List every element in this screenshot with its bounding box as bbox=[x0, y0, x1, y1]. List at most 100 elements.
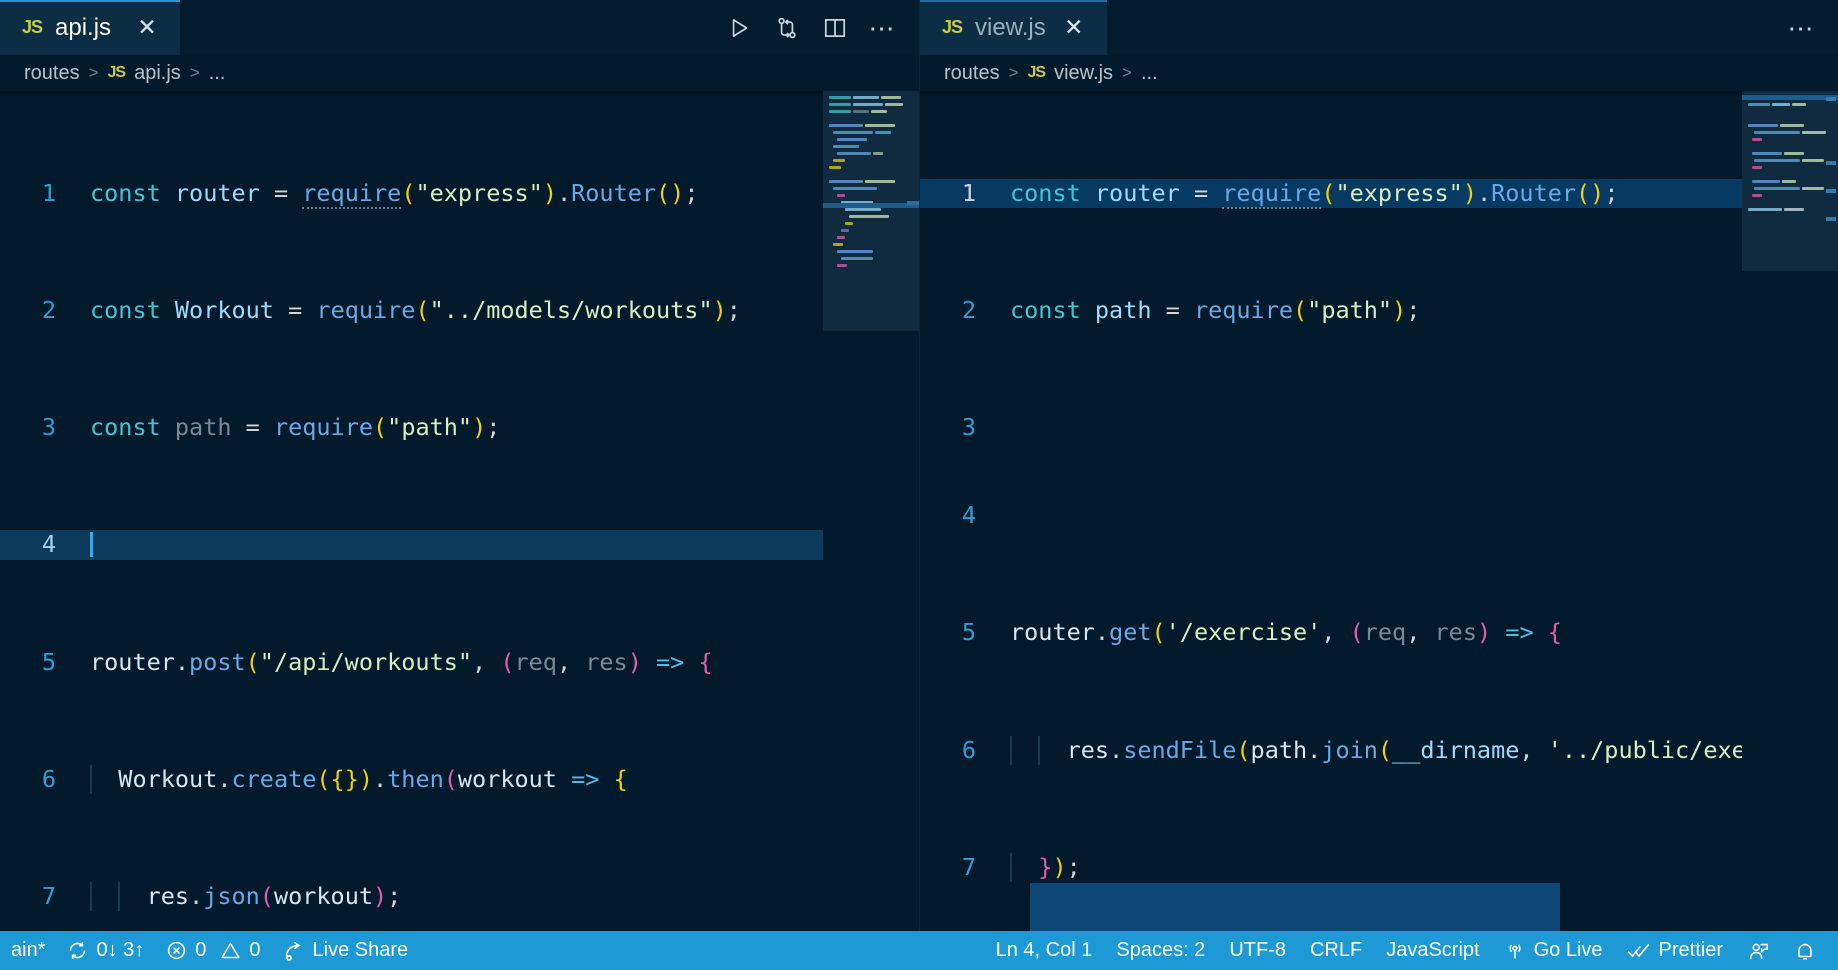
status-branch[interactable]: ain* bbox=[0, 931, 56, 970]
status-bar-left: ain* 0↓ 3↑ 0 0 Live Share bbox=[0, 931, 419, 970]
sync-counts: 0↓ 3↑ bbox=[96, 939, 145, 961]
tab-bar-filler-left bbox=[180, 0, 703, 55]
overview-ruler[interactable] bbox=[1824, 91, 1838, 931]
split-editor-icon[interactable] bbox=[815, 8, 855, 48]
breadcrumb-file[interactable]: view.js bbox=[1054, 62, 1113, 85]
tab-label: api.js bbox=[55, 13, 112, 41]
close-icon[interactable]: ✕ bbox=[1059, 13, 1089, 43]
breadcrumb-symbol[interactable]: ... bbox=[209, 62, 226, 85]
code-line: 1 const router = require("express").Route… bbox=[0, 178, 823, 209]
minimap-content bbox=[829, 95, 913, 270]
live-share-icon bbox=[283, 940, 305, 962]
code-content-right: 1 const router = require("express").Route… bbox=[920, 91, 1742, 931]
tab-bar-left: JS api.js ✕ ⋯ bbox=[0, 0, 919, 55]
go-live-label: Go Live bbox=[1533, 939, 1603, 961]
tab-view-js[interactable]: JS view.js ✕ bbox=[920, 0, 1107, 55]
status-live-share[interactable]: Live Share bbox=[272, 931, 420, 970]
code-line: 5 router.get('/exercise', (req, res) => { bbox=[920, 618, 1742, 647]
status-encoding[interactable]: UTF-8 bbox=[1217, 931, 1298, 970]
warning-icon bbox=[220, 940, 241, 961]
eol-label: CRLF bbox=[1309, 939, 1363, 961]
error-icon bbox=[166, 940, 187, 961]
editor-right: 1 const router = require("express").Route… bbox=[920, 91, 1838, 931]
line-number: 1 bbox=[41, 178, 56, 207]
chevron-right-icon: > bbox=[1008, 63, 1019, 82]
line-number: 4 bbox=[41, 530, 56, 559]
encoding-label: UTF-8 bbox=[1229, 939, 1286, 961]
code-line-current: 4 bbox=[0, 530, 823, 560]
language-label: JavaScript bbox=[1386, 939, 1480, 961]
minimap-selection-mark bbox=[823, 203, 919, 208]
vscode-window: JS api.js ✕ ⋯ routes > JS api.js > ... 1… bbox=[0, 0, 1838, 970]
status-problems[interactable]: 0 0 bbox=[155, 931, 271, 970]
prettier-label: Prettier bbox=[1658, 939, 1723, 961]
minimap-decoration bbox=[907, 201, 919, 205]
line-number: 1 bbox=[961, 178, 976, 207]
breadcrumb-file[interactable]: api.js bbox=[134, 62, 181, 85]
status-sync[interactable]: 0↓ 3↑ bbox=[56, 931, 155, 970]
code-content-left: 1 const router = require("express").Route… bbox=[0, 91, 823, 931]
overview-mark bbox=[1826, 189, 1836, 193]
line-number: 7 bbox=[961, 852, 976, 881]
code-line: 6 res.sendFile(path.join(__dirname, '../… bbox=[920, 735, 1742, 765]
tab-api-js[interactable]: JS api.js ✕ bbox=[0, 0, 180, 55]
status-notifications[interactable] bbox=[1782, 931, 1828, 970]
code-line: 6 Workout.create({}).then(workout => { bbox=[0, 764, 823, 795]
more-actions-icon[interactable]: ⋯ bbox=[863, 8, 903, 48]
indentation-label: Spaces: 2 bbox=[1116, 939, 1206, 961]
code-area-left[interactable]: 1 const router = require("express").Route… bbox=[0, 91, 823, 931]
line-number: 3 bbox=[41, 413, 56, 442]
overview-mark bbox=[1826, 97, 1836, 101]
js-file-icon: JS bbox=[22, 17, 43, 37]
breadcrumb-root[interactable]: routes bbox=[24, 62, 80, 85]
js-file-icon: JS bbox=[107, 64, 127, 81]
overview-mark bbox=[1826, 217, 1836, 221]
status-go-live[interactable]: Go Live bbox=[1492, 931, 1615, 970]
text-cursor bbox=[90, 532, 93, 558]
breadcrumb-root[interactable]: routes bbox=[944, 62, 1000, 85]
code-line: 3 bbox=[920, 413, 1742, 442]
line-number: 2 bbox=[41, 296, 56, 325]
line-number: 3 bbox=[961, 413, 976, 442]
js-file-icon: JS bbox=[942, 17, 963, 37]
warning-count: 0 bbox=[249, 939, 261, 961]
status-prettier[interactable]: Prettier bbox=[1615, 931, 1735, 970]
broadcast-icon bbox=[1504, 940, 1526, 962]
double-check-icon bbox=[1627, 940, 1651, 962]
line-number: 4 bbox=[961, 501, 976, 530]
chevron-right-icon: > bbox=[189, 63, 200, 82]
breadcrumb-right: routes > JS view.js > ... bbox=[920, 55, 1838, 91]
run-code-icon[interactable] bbox=[719, 8, 759, 48]
branch-label: ain* bbox=[11, 939, 46, 961]
tab-label: view.js bbox=[975, 13, 1046, 41]
line-number: 7 bbox=[41, 882, 56, 911]
code-line-selected: 1 const router = require("express").Route… bbox=[920, 178, 1742, 209]
status-indentation[interactable]: Spaces: 2 bbox=[1104, 931, 1217, 970]
breadcrumb-symbol[interactable]: ... bbox=[1141, 62, 1158, 85]
tab-bar-right: JS view.js ✕ ⋯ bbox=[920, 0, 1838, 55]
minimap-left[interactable] bbox=[823, 91, 919, 931]
editor-group-right: JS view.js ✕ ⋯ routes > JS view.js > ... bbox=[920, 0, 1838, 931]
more-actions-icon[interactable]: ⋯ bbox=[1782, 8, 1822, 48]
line-number: 6 bbox=[41, 764, 56, 793]
close-icon[interactable]: ✕ bbox=[132, 13, 162, 43]
cursor-position-label: Ln 4, Col 1 bbox=[995, 939, 1093, 961]
status-accounts[interactable] bbox=[1735, 931, 1782, 970]
source-control-compare-icon[interactable] bbox=[767, 8, 807, 48]
editor-left: 1 const router = require("express").Route… bbox=[0, 91, 919, 931]
editor-groups: JS api.js ✕ ⋯ routes > JS api.js > ... 1… bbox=[0, 0, 1838, 931]
live-share-label: Live Share bbox=[312, 939, 409, 961]
js-file-icon: JS bbox=[1027, 64, 1047, 81]
bell-icon bbox=[1794, 940, 1816, 962]
status-language-mode[interactable]: JavaScript bbox=[1374, 931, 1491, 970]
accounts-icon bbox=[1747, 940, 1770, 962]
status-bar: ain* 0↓ 3↑ 0 0 Live Share Ln 4, Col 1 Sp… bbox=[0, 931, 1838, 970]
status-cursor-position[interactable]: Ln 4, Col 1 bbox=[984, 931, 1105, 970]
line-number: 2 bbox=[961, 296, 976, 325]
minimap-right[interactable] bbox=[1742, 91, 1838, 931]
code-line: 2 const Workout = require("../models/work… bbox=[0, 296, 823, 325]
line-number: 6 bbox=[961, 735, 976, 764]
code-line: 3 const path = require("path"); bbox=[0, 413, 823, 442]
status-eol[interactable]: CRLF bbox=[1298, 931, 1374, 970]
code-area-right[interactable]: 1 const router = require("express").Route… bbox=[920, 91, 1742, 931]
